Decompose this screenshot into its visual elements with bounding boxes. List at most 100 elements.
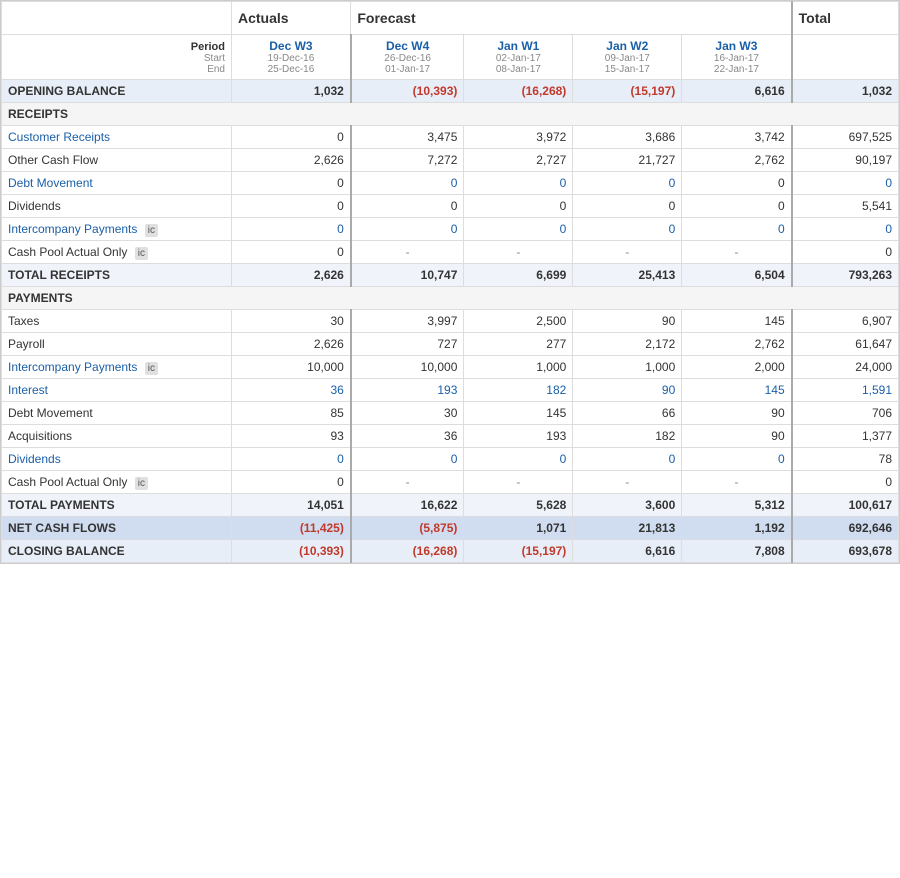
- total-receipts-val-3: 25,413: [573, 264, 682, 287]
- col-dec-w3-start: 19-Dec-16: [238, 53, 344, 64]
- total-receipts-val-2: 6,699: [464, 264, 573, 287]
- debt-movement-payments-row: Debt Movement 85 30 145 66 90 706: [2, 402, 899, 425]
- col-dec-w3-end: 25-Dec-16: [238, 64, 344, 75]
- taxes-val-1: 3,997: [351, 310, 464, 333]
- debt-movement-payments-val-2: 145: [464, 402, 573, 425]
- dividends-payments-val-4: 0: [682, 448, 792, 471]
- taxes-row: Taxes 30 3,997 2,500 90 145 6,907: [2, 310, 899, 333]
- debt-movement-receipts-val-0: 0: [232, 172, 351, 195]
- opening-balance-val-total: 1,032: [792, 80, 899, 103]
- closing-balance-label: CLOSING BALANCE: [2, 540, 232, 563]
- net-cash-flows-val-4: 1,192: [682, 517, 792, 540]
- opening-balance-val-2: (16,268): [464, 80, 573, 103]
- other-cash-flow-val-3: 21,727: [573, 149, 682, 172]
- other-cash-flow-label: Other Cash Flow: [2, 149, 232, 172]
- net-cash-flows-val-3: 21,813: [573, 517, 682, 540]
- intercompany-payments-receipts-val-2: 0: [464, 218, 573, 241]
- dividends-receipts-val-0: 0: [232, 195, 351, 218]
- dividends-payments-row: Dividends 0 0 0 0 0 78: [2, 448, 899, 471]
- receipts-label: RECEIPTS: [2, 103, 899, 126]
- dividends-receipts-val-4: 0: [682, 195, 792, 218]
- total-receipts-row: TOTAL RECEIPTS 2,626 10,747 6,699 25,413…: [2, 264, 899, 287]
- intercompany-payments-receipts-row: Intercompany Payments ic 0 0 0 0 0 0: [2, 218, 899, 241]
- total-payments-val-1: 16,622: [351, 494, 464, 517]
- intercompany-payments-payments-val-3: 1,000: [573, 356, 682, 379]
- intercompany-payments-payments-val-1: 10,000: [351, 356, 464, 379]
- cash-pool-actual-only-receipts-val-1: -: [351, 241, 464, 264]
- taxes-label: Taxes: [2, 310, 232, 333]
- interest-val-1: 193: [351, 379, 464, 402]
- cash-pool-actual-only-receipts-val-4: -: [682, 241, 792, 264]
- closing-balance-val-0: (10,393): [232, 540, 351, 563]
- debt-movement-payments-val-0: 85: [232, 402, 351, 425]
- payroll-row: Payroll 2,626 727 277 2,172 2,762 61,647: [2, 333, 899, 356]
- net-cash-flows-val-1: (5,875): [351, 517, 464, 540]
- intercompany-payments-receipts-val-0: 0: [232, 218, 351, 241]
- debt-movement-receipts-val-1: 0: [351, 172, 464, 195]
- cash-pool-actual-only-receipts-val-3: -: [573, 241, 682, 264]
- closing-balance-val-1: (16,268): [351, 540, 464, 563]
- intercompany-payments-payments-row: Intercompany Payments ic 10,000 10,000 1…: [2, 356, 899, 379]
- dividends-payments-val-2: 0: [464, 448, 573, 471]
- closing-balance-val-4: 7,808: [682, 540, 792, 563]
- interest-row: Interest 36 193 182 90 145 1,591: [2, 379, 899, 402]
- acquisitions-val-0: 93: [232, 425, 351, 448]
- total-payments-val-0: 14,051: [232, 494, 351, 517]
- acquisitions-val-1: 36: [351, 425, 464, 448]
- debt-movement-payments-val-total: 706: [792, 402, 899, 425]
- interest-val-4: 145: [682, 379, 792, 402]
- col-jan-w2-end: 15-Jan-17: [579, 64, 675, 75]
- opening-balance-val-0: 1,032: [232, 80, 351, 103]
- taxes-val-3: 90: [573, 310, 682, 333]
- dividends-receipts-row: Dividends 0 0 0 0 0 5,541: [2, 195, 899, 218]
- payments-header-row: PAYMENTS: [2, 287, 899, 310]
- payroll-val-3: 2,172: [573, 333, 682, 356]
- opening-balance-val-1: (10,393): [351, 80, 464, 103]
- dividends-receipts-val-3: 0: [573, 195, 682, 218]
- total-receipts-val-4: 6,504: [682, 264, 792, 287]
- payroll-val-1: 727: [351, 333, 464, 356]
- payroll-val-total: 61,647: [792, 333, 899, 356]
- dividends-receipts-label: Dividends: [2, 195, 232, 218]
- net-cash-flows-val-0: (11,425): [232, 517, 351, 540]
- other-cash-flow-val-4: 2,762: [682, 149, 792, 172]
- intercompany-payments-payments-val-4: 2,000: [682, 356, 792, 379]
- acquisitions-val-3: 182: [573, 425, 682, 448]
- end-label: End: [8, 64, 225, 75]
- opening-balance-val-3: (15,197): [573, 80, 682, 103]
- cash-pool-actual-only-receipts-val-2: -: [464, 241, 573, 264]
- dividends-payments-val-3: 0: [573, 448, 682, 471]
- intercompany-payments-payments-val-2: 1,000: [464, 356, 573, 379]
- intercompany-payments-receipts-val-1: 0: [351, 218, 464, 241]
- cash-pool-actual-only-receipts-row: Cash Pool Actual Only ic 0 - - - - 0: [2, 241, 899, 264]
- acquisitions-val-total: 1,377: [792, 425, 899, 448]
- intercompany-payments-receipts-val-3: 0: [573, 218, 682, 241]
- debt-movement-receipts-val-2: 0: [464, 172, 573, 195]
- other-cash-flow-val-total: 90,197: [792, 149, 899, 172]
- customer-receipts-label: Customer Receipts: [2, 126, 232, 149]
- interest-val-3: 90: [573, 379, 682, 402]
- debt-movement-payments-val-4: 90: [682, 402, 792, 425]
- col-jan-w2-name: Jan W2: [579, 39, 675, 53]
- closing-balance-row: CLOSING BALANCE (10,393) (16,268) (15,19…: [2, 540, 899, 563]
- dividends-receipts-val-1: 0: [351, 195, 464, 218]
- forecast-group-header: Forecast: [351, 2, 792, 35]
- period-label: Period: [8, 41, 225, 53]
- closing-balance-val-total: 693,678: [792, 540, 899, 563]
- interest-val-2: 182: [464, 379, 573, 402]
- actuals-group-header: Actuals: [232, 2, 351, 35]
- receipts-header-row: RECEIPTS: [2, 103, 899, 126]
- net-cash-flows-row: NET CASH FLOWS (11,425) (5,875) 1,071 21…: [2, 517, 899, 540]
- net-cash-flows-label: NET CASH FLOWS: [2, 517, 232, 540]
- total-payments-val-total: 100,617: [792, 494, 899, 517]
- col-jan-w1-name: Jan W1: [470, 39, 566, 53]
- other-cash-flow-val-0: 2,626: [232, 149, 351, 172]
- closing-balance-val-3: 6,616: [573, 540, 682, 563]
- col-jan-w1-end: 08-Jan-17: [470, 64, 566, 75]
- interest-val-total: 1,591: [792, 379, 899, 402]
- debt-movement-payments-val-1: 30: [351, 402, 464, 425]
- dividends-receipts-val-2: 0: [464, 195, 573, 218]
- col-jan-w2-start: 09-Jan-17: [579, 53, 675, 64]
- payroll-val-2: 277: [464, 333, 573, 356]
- customer-receipts-val-total: 697,525: [792, 126, 899, 149]
